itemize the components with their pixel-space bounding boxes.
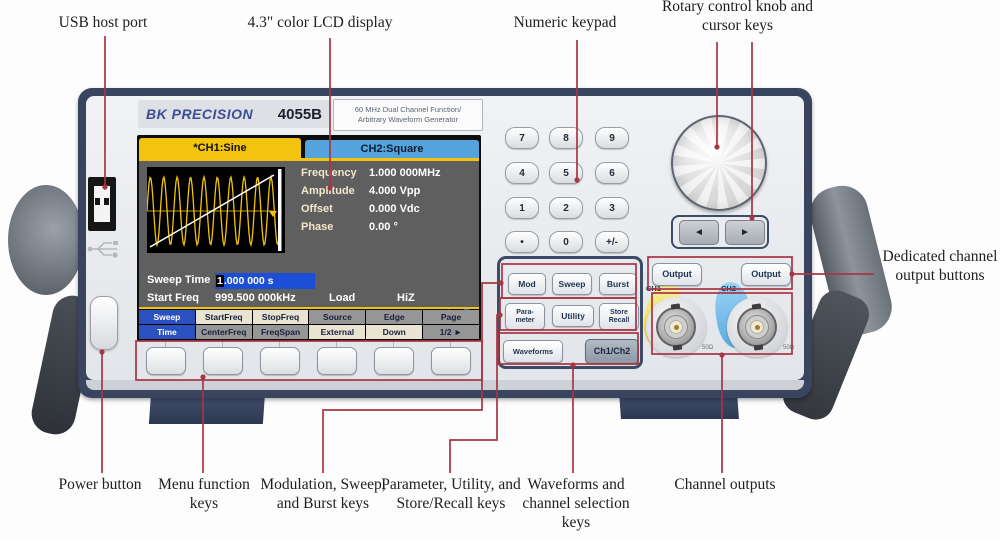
label-usb-host-port: USB host port: [58, 14, 148, 31]
ch2-label: CH2: [721, 284, 737, 293]
label-channel-outputs: Channel outputs: [674, 476, 776, 493]
softkey-startfreq: StartFreq CenterFreq: [195, 310, 252, 339]
usb-icon: [87, 241, 118, 258]
keypad-key-2[interactable]: 2: [549, 197, 583, 219]
softkey-stopfreq: StopFreq FreqSpan: [252, 310, 309, 339]
cursor-right-key[interactable]: ►: [725, 220, 765, 245]
ch1-label: CH1: [646, 284, 662, 293]
softkey-source: Source External: [309, 310, 366, 339]
scroll-bar: [278, 169, 282, 251]
keypad-key-1[interactable]: 1: [505, 197, 539, 219]
menu-function-key-2[interactable]: [203, 347, 243, 375]
sweep-time-value: 1.000 000 s: [215, 273, 315, 289]
menu-function-key-3[interactable]: [260, 347, 300, 375]
param-label: Offset: [301, 203, 333, 215]
menu-function-key-5[interactable]: [374, 347, 414, 375]
param-value: 1.000 000MHz: [369, 167, 441, 179]
left-arrow-icon: ◄: [694, 227, 704, 238]
keypad-key-decimal[interactable]: •: [505, 231, 539, 253]
label-waveform-keys: Waveforms and channel selection keys: [522, 476, 630, 531]
menu-function-key-4[interactable]: [317, 347, 357, 375]
keypad-key-9[interactable]: 9: [595, 127, 629, 149]
load-label: Load: [329, 292, 356, 304]
usb-connector-tongue: [94, 186, 110, 222]
load-value: HiZ: [397, 292, 415, 304]
softkey-edge: Edge Down: [366, 310, 423, 339]
model-number: 4055B: [277, 105, 322, 123]
menu-function-key-1[interactable]: [146, 347, 186, 375]
lcd-main-area: Frequency 1.000 000MHz Amplitude 4.000 V…: [139, 161, 479, 322]
menu-function-key-6[interactable]: [431, 347, 471, 375]
front-panel-bottom-bezel: [86, 380, 804, 390]
param-value: 0.00 °: [369, 221, 398, 233]
label-param-utility: Parameter, Utility, and Store/Recall key…: [381, 476, 521, 512]
cursor-left-key[interactable]: ◄: [679, 220, 719, 245]
softkey-page: Page 1/2 ►: [423, 310, 479, 339]
brand-logo: BK PRECISION: [146, 106, 254, 122]
keypad-key-3[interactable]: 3: [595, 197, 629, 219]
ch2-impedance-label: 50Ω: [783, 345, 795, 351]
tab-ch1: *CH1:Sine: [139, 138, 301, 158]
right-arrow-icon: ►: [740, 227, 750, 238]
ch1-impedance-label: 50Ω: [702, 345, 714, 351]
annotated-device-figure: BK PRECISION 4055B 60 MHz Dual Channel F…: [0, 0, 1000, 540]
sweep-time-label: Sweep Time: [147, 274, 211, 286]
param-value: 4.000 Vpp: [369, 185, 421, 197]
keypad-key-8[interactable]: 8: [549, 127, 583, 149]
channel-select-button[interactable]: Ch1/Ch2: [585, 339, 639, 364]
start-freq-value: 999.500 000kHz: [215, 292, 296, 304]
power-button[interactable]: [90, 296, 118, 350]
param-value: 0.000 Vdc: [369, 203, 420, 215]
keypad-key-sign[interactable]: +/-: [595, 231, 629, 253]
waveform-preview: [146, 167, 285, 253]
ch1-output-button[interactable]: Output: [652, 263, 702, 286]
label-lcd-display: 4.3" color LCD display: [247, 14, 393, 31]
model-description: 60 MHz Dual Channel Function/ Arbitrary …: [333, 99, 483, 131]
label-power-button: Power button: [58, 476, 142, 493]
edit-cursor: 1: [216, 275, 224, 287]
sine-trace: [146, 174, 282, 248]
softkey-separator: [139, 307, 479, 309]
waveforms-button[interactable]: Waveforms: [503, 340, 563, 363]
label-menu-keys: Menu function keys: [158, 476, 250, 512]
keypad-key-4[interactable]: 4: [505, 162, 539, 184]
store-recall-button[interactable]: Store Recall: [599, 303, 639, 330]
model-description-line2: Arbitrary Waveform Generator: [357, 115, 459, 124]
rotary-control-knob[interactable]: [671, 115, 767, 211]
param-label: Frequency: [301, 167, 357, 179]
softkey-bar: Sweep Time StartFreq CenterFreq StopFreq Fr…: [139, 310, 479, 339]
brand-bar: BK PRECISION 4055B: [138, 100, 330, 128]
mod-button[interactable]: Mod: [508, 273, 546, 295]
parameter-button[interactable]: Para-meter: [505, 303, 545, 330]
burst-button[interactable]: Burst: [599, 273, 637, 295]
left-handle-hub: [8, 185, 84, 295]
ch2-output-button[interactable]: Output: [741, 263, 791, 286]
param-label: Phase: [301, 221, 334, 233]
keypad-key-0[interactable]: 0: [549, 231, 583, 253]
label-numeric-keypad: Numeric keypad: [513, 14, 617, 31]
keypad-key-5[interactable]: 5: [549, 162, 583, 184]
keypad-key-6[interactable]: 6: [595, 162, 629, 184]
softkey-sweep-time: Sweep Time: [139, 310, 195, 339]
usb-host-port[interactable]: [88, 177, 116, 231]
lcd-display: *CH1:Sine CH2:Square Frequency 1.000 000…: [137, 135, 481, 341]
param-label: Amplitude: [301, 185, 355, 197]
utility-button[interactable]: Utility: [552, 305, 594, 327]
sweep-button[interactable]: Sweep: [552, 273, 592, 295]
label-dedicated-output: Dedicated channel output buttons: [882, 248, 998, 284]
start-freq-label: Start Freq: [147, 292, 199, 304]
marker-arrow: [269, 211, 277, 217]
label-rotary-knob: Rotary control knob and cursor keys: [661, 0, 814, 34]
label-mod-sweep-burst: Modulation, Sweep, and Burst keys: [260, 476, 386, 512]
model-description-line1: 60 MHz Dual Channel Function/: [354, 104, 462, 114]
tab-ch2: CH2:Square: [305, 140, 479, 158]
keypad-key-7[interactable]: 7: [505, 127, 539, 149]
